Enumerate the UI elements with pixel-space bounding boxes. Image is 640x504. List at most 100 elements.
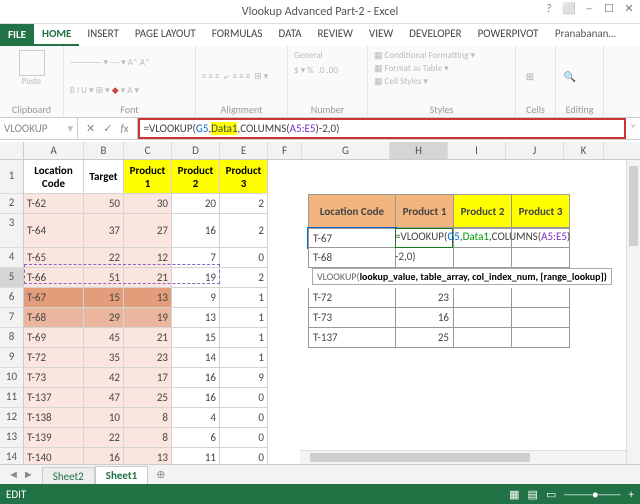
cell[interactable]: 1 [220, 308, 268, 328]
tab-formulas[interactable]: FORMULAS [204, 24, 271, 46]
view-normal-icon[interactable]: ▦ [509, 488, 519, 501]
cell[interactable]: 22 [84, 248, 124, 268]
col-header-i[interactable]: I [448, 142, 506, 159]
lookup-cell[interactable] [454, 248, 512, 268]
cell[interactable]: Location Code [24, 160, 84, 194]
cell[interactable]: 0 [220, 388, 268, 408]
cell[interactable]: Target [84, 160, 124, 194]
lookup-cell[interactable] [454, 308, 512, 328]
tab-view[interactable]: VIEW [361, 24, 401, 46]
name-box[interactable]: VLOOKUP ▾ [0, 118, 78, 139]
lookup-cell[interactable]: 16 [396, 308, 454, 328]
help-icon[interactable]: ? [542, 2, 556, 15]
cell[interactable]: 23 [124, 348, 172, 368]
view-break-icon[interactable]: ▭ [546, 488, 556, 501]
cell[interactable]: T-68 [24, 308, 84, 328]
cell[interactable]: T-72 [24, 348, 84, 368]
cell[interactable]: 0 [220, 248, 268, 268]
lookup-cell[interactable]: T-68 [308, 248, 396, 268]
cell[interactable]: 21 [124, 328, 172, 348]
cell[interactable]: Product 2 [172, 160, 220, 194]
sheet-tab-sheet1[interactable]: Sheet1 [95, 466, 149, 485]
lookup-cell[interactable] [512, 248, 570, 268]
enter-icon[interactable]: ✓ [103, 122, 112, 135]
cell[interactable]: 0 [220, 428, 268, 448]
cell[interactable]: 45 [84, 328, 124, 348]
maximize-icon[interactable]: ☐ [602, 2, 616, 15]
cell[interactable]: 30 [124, 194, 172, 214]
number-format[interactable]: General [294, 50, 323, 61]
cell[interactable]: 14 [172, 348, 220, 368]
cell[interactable]: 8 [124, 408, 172, 428]
cell[interactable]: T-73 [24, 368, 84, 388]
cell[interactable]: 1 [220, 328, 268, 348]
tab-file[interactable]: FILE [0, 24, 34, 46]
close-icon[interactable]: ✕ [622, 2, 636, 15]
cell[interactable]: 16 [172, 388, 220, 408]
lookup-cell[interactable] [512, 328, 570, 348]
sheet-nav-prev-icon[interactable]: ◄ [8, 468, 19, 481]
cell[interactable]: T-69 [24, 328, 84, 348]
lookup-cell[interactable] [454, 288, 512, 308]
col-header-a[interactable]: A [24, 142, 84, 159]
cell[interactable]: 4 [172, 408, 220, 428]
cell[interactable]: 37 [84, 214, 124, 248]
cell[interactable]: T-137 [24, 388, 84, 408]
cell[interactable]: T-138 [24, 408, 84, 428]
cell[interactable]: 2 [220, 194, 268, 214]
tab-review[interactable]: REVIEW [309, 24, 361, 46]
sheet-nav-next-icon[interactable]: ► [23, 468, 34, 481]
cell[interactable]: 9 [172, 288, 220, 308]
cell[interactable]: 7 [172, 248, 220, 268]
col-header-e[interactable]: E [220, 142, 268, 159]
expand-formula-icon[interactable]: ˅ [630, 122, 636, 135]
cell[interactable]: 47 [84, 388, 124, 408]
lookup-cell[interactable] [454, 328, 512, 348]
cell[interactable]: 19 [124, 308, 172, 328]
cell[interactable]: 50 [84, 194, 124, 214]
cell[interactable]: T-64 [24, 214, 84, 248]
sheet-tab-sheet2[interactable]: Sheet2 [42, 467, 95, 485]
horizontal-scrollbar[interactable] [300, 450, 626, 464]
cell[interactable]: 1 [220, 348, 268, 368]
cell-edit-h5[interactable]: =VLOOKUP(G5,Data1,COLUMNS(A5:E5) [395, 230, 570, 243]
cell[interactable]: 8 [124, 428, 172, 448]
lookup-cell[interactable]: 23 [396, 288, 454, 308]
col-header-f[interactable]: F [268, 142, 302, 159]
lookup-cell[interactable]: T-73 [308, 308, 396, 328]
formula-bar[interactable]: =VLOOKUP(G5,Data1,COLUMNS(A5:E5)-2,0) [138, 118, 626, 139]
cell[interactable]: 42 [84, 368, 124, 388]
col-header-d[interactable]: D [172, 142, 220, 159]
cell[interactable]: T-66 [24, 268, 84, 288]
col-header-j[interactable]: J [506, 142, 564, 159]
cell[interactable]: 13 [124, 288, 172, 308]
col-header-k[interactable]: K [564, 142, 604, 159]
paste-icon[interactable] [19, 50, 45, 76]
cell[interactable]: 25 [124, 388, 172, 408]
cell[interactable]: 9 [220, 368, 268, 388]
tab-page-layout[interactable]: PAGE LAYOUT [127, 24, 204, 46]
col-header-g[interactable]: G [302, 142, 390, 159]
cell[interactable]: 2 [220, 214, 268, 248]
cell[interactable]: 1 [220, 288, 268, 308]
cell[interactable]: T-65 [24, 248, 84, 268]
cell[interactable]: 51 [84, 268, 124, 288]
lookup-cell[interactable]: T-67 [308, 228, 396, 248]
worksheet-grid[interactable]: ABCDEFGHIJK 1Location CodeTargetProduct … [0, 142, 640, 484]
cell[interactable]: Product 1 [124, 160, 172, 194]
lookup-cell[interactable] [512, 288, 570, 308]
cell[interactable]: 2 [220, 268, 268, 288]
col-header-b[interactable]: B [84, 142, 124, 159]
cell[interactable]: 27 [124, 214, 172, 248]
conditional-formatting[interactable]: ▦ Conditional Formatting ▾ [374, 50, 475, 61]
lookup-cell[interactable]: T-72 [308, 288, 396, 308]
cell[interactable]: T-139 [24, 428, 84, 448]
cell[interactable]: 20 [172, 194, 220, 214]
vertical-scrollbar[interactable] [626, 160, 640, 464]
cell[interactable]: 6 [172, 428, 220, 448]
cell[interactable]: 22 [84, 428, 124, 448]
cell[interactable]: 15 [172, 328, 220, 348]
col-header-h[interactable]: H [390, 142, 448, 159]
cell[interactable]: 35 [84, 348, 124, 368]
cell[interactable]: 16 [172, 214, 220, 248]
